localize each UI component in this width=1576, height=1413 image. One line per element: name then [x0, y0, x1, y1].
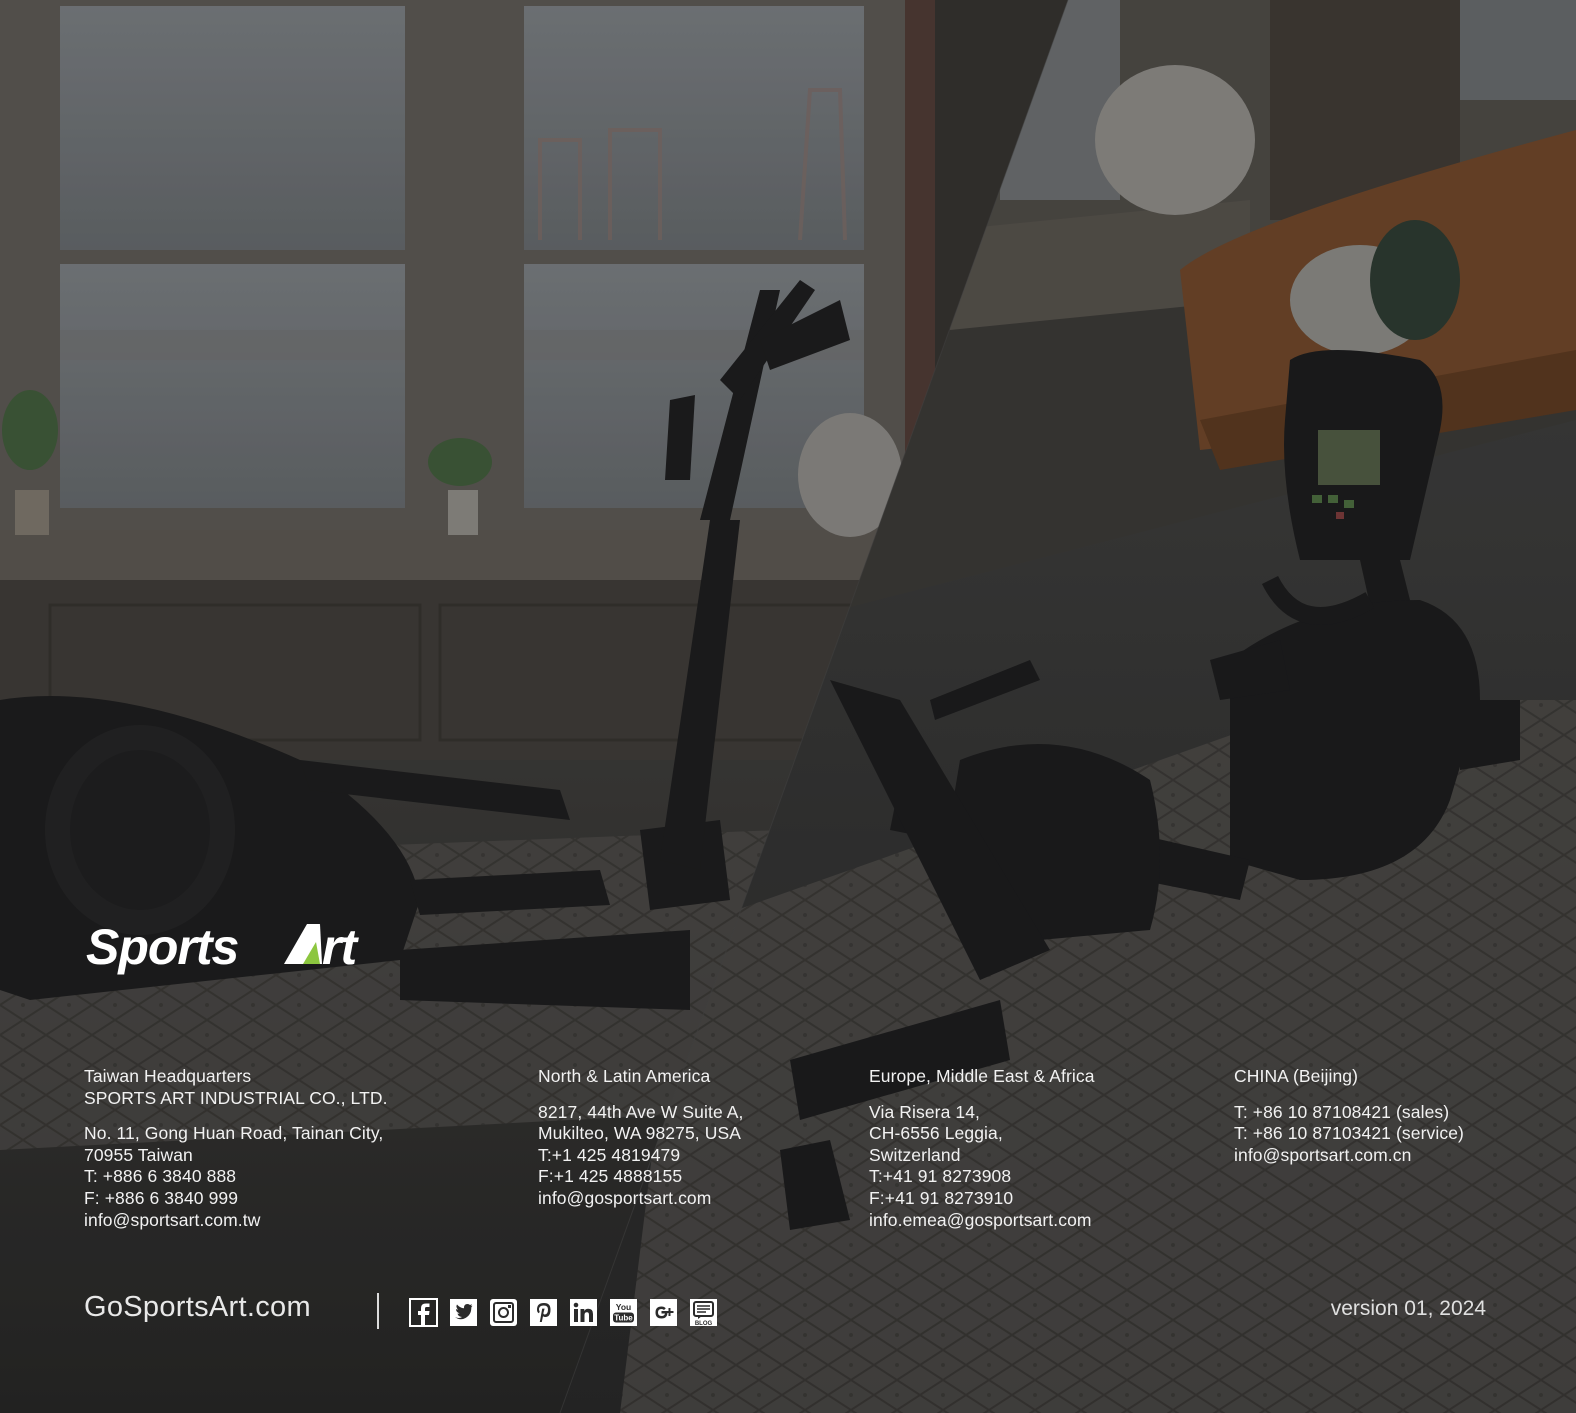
office-heading: North & Latin America — [538, 1066, 711, 1086]
email-link[interactable]: info@sportsart.com.tw — [84, 1210, 388, 1232]
phone-line: T: +886 6 3840 888 — [84, 1166, 237, 1187]
office-heading: Europe, Middle East & Africa — [869, 1066, 1095, 1086]
company-name: SPORTS ART INDUSTRIAL CO., LTD. — [84, 1087, 388, 1108]
address-line: Switzerland — [869, 1144, 961, 1165]
office-heading: CHINA (Beijing) — [1234, 1066, 1359, 1086]
office-taiwan: Taiwan Headquarters SPORTS ART INDUSTRIA… — [84, 1066, 388, 1231]
address-line: CH-6556 Leggia, — [869, 1123, 1003, 1144]
address-line: Via Risera 14, — [869, 1101, 980, 1122]
website-link[interactable]: GoSportsArt.com — [84, 1291, 311, 1324]
footer-divider — [377, 1293, 379, 1329]
twitter-icon[interactable] — [449, 1298, 478, 1327]
youtube-text-bottom: Tube — [614, 1314, 633, 1323]
email-link[interactable]: info@sportsart.com.cn — [1234, 1145, 1464, 1167]
fax-line: F:+1 425 4888155 — [538, 1166, 683, 1187]
phone-line: T:+41 91 8273908 — [869, 1166, 1012, 1187]
fax-line: F:+41 91 8273910 — [869, 1187, 1014, 1208]
address-line: 8217, 44th Ave W Suite A, — [538, 1101, 744, 1122]
office-emea: Europe, Middle East & Africa Via Risera … — [869, 1066, 1095, 1231]
blog-label: BLOG — [695, 1321, 713, 1327]
fax-line: F: +886 6 3840 999 — [84, 1187, 239, 1208]
back-cover-page: Sports rt Taiwan Headquarters SPORTS ART… — [0, 0, 1576, 1413]
instagram-icon[interactable] — [489, 1298, 518, 1327]
svg-text:Sports: Sports — [86, 919, 239, 975]
office-heading: Taiwan Headquarters — [84, 1066, 252, 1086]
blog-icon[interactable]: BLOG — [689, 1298, 718, 1327]
linkedin-icon[interactable] — [569, 1298, 598, 1327]
social-icons: You Tube BLOG — [409, 1298, 718, 1327]
youtube-text-top: You — [616, 1302, 631, 1312]
pinterest-icon[interactable] — [529, 1298, 558, 1327]
office-china: CHINA (Beijing) T: +86 10 87108421 (sale… — [1234, 1066, 1464, 1166]
address-line: No. 11, Gong Huan Road, Tainan City, — [84, 1123, 384, 1144]
address-line: 70955 Taiwan — [84, 1144, 193, 1165]
facebook-icon[interactable] — [409, 1298, 438, 1327]
email-link[interactable]: info.emea@gosportsart.com — [869, 1210, 1095, 1232]
phone-line: T: +86 10 87103421 (service) — [1234, 1123, 1464, 1144]
sportsart-logo: Sports rt — [86, 919, 360, 975]
phone-line: T:+1 425 4819479 — [538, 1144, 681, 1165]
office-north-latin-america: North & Latin America 8217, 44th Ave W S… — [538, 1066, 744, 1210]
svg-text:rt: rt — [322, 919, 359, 975]
version-label: version 01, 2024 — [1330, 1297, 1486, 1320]
youtube-icon[interactable]: You Tube — [609, 1298, 638, 1327]
email-link[interactable]: info@gosportsart.com — [538, 1188, 744, 1210]
google-plus-icon[interactable] — [649, 1298, 678, 1327]
phone-line: T: +86 10 87108421 (sales) — [1234, 1101, 1450, 1122]
address-line: Mukilteo, WA 98275, USA — [538, 1123, 741, 1144]
